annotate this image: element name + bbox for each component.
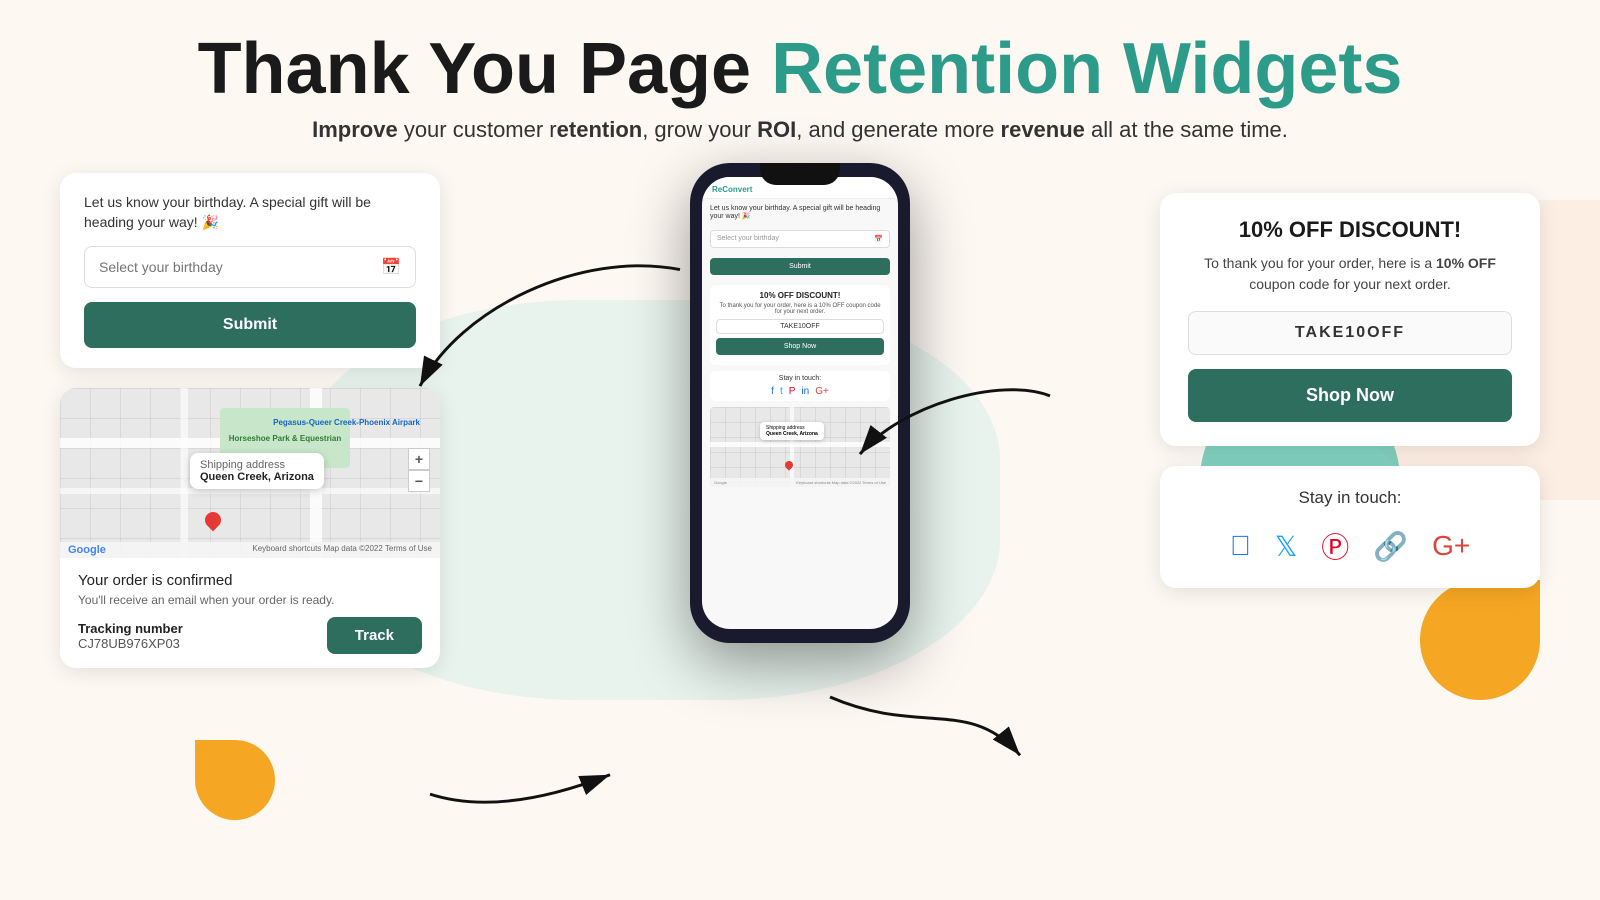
coupon-code-box: TAKE10OFF bbox=[1188, 311, 1512, 355]
map-road-v1 bbox=[180, 388, 188, 558]
birthday-input[interactable] bbox=[99, 259, 381, 275]
phone-input-placeholder: Select your birthday bbox=[717, 235, 779, 243]
birthday-widget: Let us know your birthday. A special gif… bbox=[60, 173, 440, 368]
phone-social-icons: f t P in G+ bbox=[716, 386, 884, 397]
map-footer: Google Keyboard shortcuts Map data ©2022… bbox=[60, 542, 440, 558]
phone-shop-btn: Shop Now bbox=[716, 338, 884, 355]
social-title: Stay in touch: bbox=[1188, 488, 1512, 508]
phone-facebook-icon: f bbox=[771, 386, 774, 397]
map-park-label: Horseshoe Park & Equestrian bbox=[229, 434, 341, 443]
track-button[interactable]: Track bbox=[327, 617, 422, 654]
phone-content: Let us know your birthday. A special gif… bbox=[702, 199, 898, 629]
subtitle-roi: ROI bbox=[757, 117, 796, 142]
submit-button[interactable]: Submit bbox=[84, 302, 416, 348]
map-road-h2 bbox=[60, 488, 440, 494]
phone-map-credits: Keyboard shortcuts Map data ©2022 Terms … bbox=[796, 480, 886, 485]
map-area: Horseshoe Park & Equestrian Pegasus-Quee… bbox=[60, 388, 440, 558]
tracking-number: CJ78UB976XP03 bbox=[78, 636, 183, 651]
discount-desc-pre: To thank you for your order, here is a bbox=[1204, 255, 1436, 271]
birthday-text: Let us know your birthday. A special gif… bbox=[84, 193, 416, 232]
tracking-row: Tracking number CJ78UB976XP03 Track bbox=[78, 617, 422, 654]
phone-map-area: Shipping address Queen Creek, Arizona Go… bbox=[710, 407, 890, 487]
phone-mockup: ReConvert Let us know your birthday. A s… bbox=[690, 163, 910, 643]
phone-discount-section: 10% OFF DISCOUNT! To thank you for your … bbox=[710, 285, 890, 365]
discount-widget: 10% OFF DISCOUNT! To thank you for your … bbox=[1160, 193, 1540, 446]
phone-linkedin-icon: in bbox=[801, 386, 809, 397]
phone-discount-text: To thank you for your order, here is a 1… bbox=[716, 303, 884, 315]
subtitle-revenue: revenue bbox=[1001, 117, 1085, 142]
phone-map-tooltip: Shipping address Queen Creek, Arizona bbox=[760, 422, 824, 440]
map-airport-label: Pegasus-Queer Creek-Phoenix Airpark bbox=[273, 418, 420, 427]
phone-map-road-v bbox=[790, 407, 794, 487]
phone-map-road-h bbox=[710, 442, 890, 447]
subtitle: Improve your customer retention, grow yo… bbox=[100, 117, 1500, 143]
phone-submit-btn: Submit bbox=[710, 258, 890, 275]
page-title: Thank You Page Retention Widgets bbox=[100, 30, 1500, 109]
linkedin-icon[interactable]: 🔗 bbox=[1373, 530, 1408, 563]
phone-map-footer: Google Keyboard shortcuts Map data ©2022… bbox=[710, 478, 890, 487]
map-tooltip-city: Queen Creek, Arizona bbox=[200, 471, 314, 483]
phone-notch bbox=[760, 163, 840, 185]
calendar-icon: 📅 bbox=[381, 257, 401, 277]
discount-highlight: 10% OFF bbox=[1436, 255, 1496, 271]
page-container: Thank You Page Retention Widgets Improve… bbox=[0, 0, 1600, 900]
facebook-icon[interactable]:  bbox=[1230, 530, 1251, 562]
discount-desc: To thank you for your order, here is a 1… bbox=[1188, 253, 1512, 295]
title-teal: Retention Widgets bbox=[771, 29, 1402, 109]
phone-frame: ReConvert Let us know your birthday. A s… bbox=[690, 163, 910, 643]
map-zoom-in[interactable]: + bbox=[408, 448, 430, 470]
pinterest-icon[interactable]: Ⓟ bbox=[1321, 526, 1349, 566]
phone-birthday-input: Select your birthday 📅 bbox=[710, 230, 890, 248]
map-zoom-out[interactable]: − bbox=[408, 470, 430, 492]
phone-map-grid bbox=[710, 407, 890, 487]
social-widget: Stay in touch:  𝕏 Ⓟ 🔗 G+ bbox=[1160, 466, 1540, 588]
map-tooltip: Shipping address Queen Creek, Arizona bbox=[190, 453, 324, 489]
social-icons-row:  𝕏 Ⓟ 🔗 G+ bbox=[1188, 526, 1512, 566]
tracking-info: Your order is confirmed You'll receive a… bbox=[60, 558, 440, 668]
phone-social-title: Stay in touch: bbox=[716, 375, 884, 382]
subtitle-retention: etention bbox=[557, 117, 643, 142]
title-black: Thank You Page bbox=[198, 29, 751, 109]
left-widgets: Let us know your birthday. A special gif… bbox=[60, 173, 440, 668]
phone-coupon: TAKE10OFF bbox=[716, 319, 884, 334]
phone-social-section: Stay in touch: f t P in G+ bbox=[710, 371, 890, 401]
header: Thank You Page Retention Widgets Improve… bbox=[0, 0, 1600, 153]
phone-screen: ReConvert Let us know your birthday. A s… bbox=[702, 177, 898, 629]
google-logo: Google bbox=[68, 544, 106, 556]
map-tracking-widget: Horseshoe Park & Equestrian Pegasus-Quee… bbox=[60, 388, 440, 668]
map-zoom-controls[interactable]: + − bbox=[408, 448, 430, 492]
phone-google-plus-icon: G+ bbox=[815, 386, 829, 397]
phone-discount-title: 10% OFF DISCOUNT! bbox=[716, 291, 884, 300]
phone-calendar-icon: 📅 bbox=[874, 235, 883, 243]
map-footer-text: Keyboard shortcuts Map data ©2022 Terms … bbox=[252, 544, 432, 556]
tracking-details: Tracking number CJ78UB976XP03 bbox=[78, 621, 183, 651]
google-plus-icon[interactable]: G+ bbox=[1432, 530, 1470, 562]
phone-map-tooltip-city: Queen Creek, Arizona bbox=[766, 431, 818, 437]
shop-now-button[interactable]: Shop Now bbox=[1188, 369, 1512, 422]
birthday-input-wrapper[interactable]: 📅 bbox=[84, 246, 416, 288]
content-area: Let us know your birthday. A special gif… bbox=[0, 153, 1600, 833]
discount-title: 10% OFF DISCOUNT! bbox=[1188, 217, 1512, 243]
phone-twitter-icon: t bbox=[780, 386, 783, 397]
order-confirmed-text: Your order is confirmed bbox=[78, 572, 422, 589]
discount-desc-post: coupon code for your next order. bbox=[1249, 276, 1451, 292]
tracking-label: Tracking number bbox=[78, 621, 183, 636]
order-email-text: You'll receive an email when your order … bbox=[78, 593, 422, 607]
phone-pinterest-icon: P bbox=[789, 386, 796, 397]
right-widgets: 10% OFF DISCOUNT! To thank you for your … bbox=[1160, 193, 1540, 588]
map-tooltip-label: Shipping address bbox=[200, 459, 314, 471]
phone-google-logo: Google bbox=[714, 480, 727, 485]
twitter-icon[interactable]: 𝕏 bbox=[1275, 530, 1298, 563]
phone-birthday-text: Let us know your birthday. A special gif… bbox=[710, 205, 890, 220]
subtitle-improve: Improve bbox=[312, 117, 398, 142]
